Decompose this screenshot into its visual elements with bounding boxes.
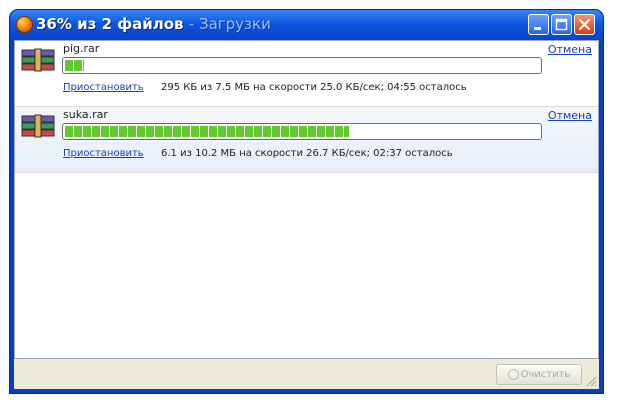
close-button[interactable] — [574, 14, 595, 35]
progress-fill — [65, 60, 84, 71]
window-title: 36% из 2 файлов - Загрузки — [36, 15, 271, 33]
progress-bar — [62, 123, 542, 140]
rar-archive-icon — [21, 114, 55, 138]
title-progress: 36% из 2 файлов — [36, 15, 184, 33]
firefox-icon — [16, 16, 33, 33]
cancel-link[interactable]: Отмена — [548, 43, 592, 56]
clear-icon — [507, 368, 519, 380]
file-name: pig.rar — [63, 42, 100, 55]
download-item[interactable]: pig.rar Отмена Приостановить 295 КБ из 7… — [15, 41, 598, 107]
rar-archive-icon — [21, 48, 55, 72]
download-item[interactable]: suka.rar Отмена Приостановить 6.1 из 10.… — [15, 107, 598, 173]
window-client: pig.rar Отмена Приостановить 295 КБ из 7… — [14, 40, 599, 389]
pause-link[interactable]: Приостановить — [63, 82, 144, 93]
download-status: 295 КБ из 7.5 МБ на скорости 25.0 КБ/сек… — [161, 82, 467, 93]
clear-label: Очистить — [520, 369, 571, 380]
progress-bar — [62, 57, 542, 74]
cancel-link[interactable]: Отмена — [548, 109, 592, 122]
title-app-name: - Загрузки — [188, 15, 271, 33]
downloads-list: pig.rar Отмена Приостановить 295 КБ из 7… — [14, 40, 599, 359]
file-name: suka.rar — [63, 108, 108, 121]
pause-link[interactable]: Приостановить — [63, 148, 144, 159]
progress-fill — [65, 126, 350, 137]
close-icon — [578, 18, 591, 31]
download-status: 6.1 из 10.2 МБ на скорости 26.7 КБ/сек; … — [161, 148, 453, 159]
maximize-icon — [555, 18, 568, 31]
maximize-button[interactable] — [551, 14, 572, 35]
clear-button[interactable]: Очистить — [496, 364, 582, 385]
resize-grip-icon[interactable] — [585, 375, 597, 387]
minimize-button[interactable] — [528, 14, 549, 35]
downloads-window: 36% из 2 файлов - Загрузки pig.rar Отмен — [10, 10, 603, 393]
title-bar[interactable]: 36% из 2 файлов - Загрузки — [10, 10, 603, 40]
window-footer: Очистить — [14, 359, 599, 389]
minimize-icon — [534, 27, 541, 30]
